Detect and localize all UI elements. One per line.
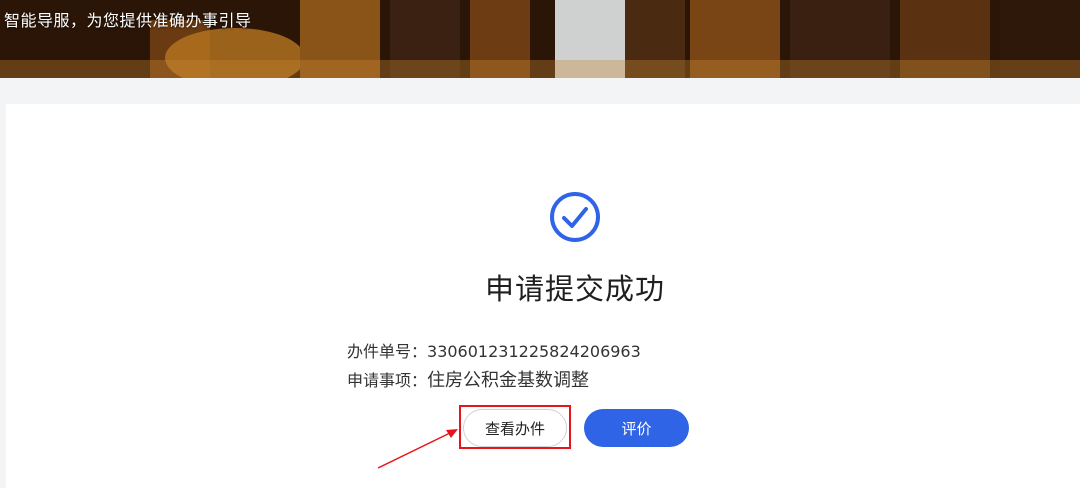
item-row: 申请事项：住房公积金基数调整 [347, 366, 589, 392]
case-number-row: 办件单号：330601231225824206963 [347, 338, 641, 362]
annotation-highlight-box [459, 405, 571, 449]
rate-button[interactable]: 评价 [584, 409, 689, 447]
item-label: 申请事项： [347, 371, 428, 390]
header-banner: 智能导服，为您提供准确办事引导 [0, 0, 1080, 78]
check-circle-icon [550, 192, 600, 242]
case-number-label: 办件单号： [347, 342, 428, 361]
result-title: 申请提交成功 [484, 272, 665, 306]
case-number-value: 330601231225824206963 [427, 342, 641, 361]
annotation-arrow-icon [377, 429, 458, 469]
banner-tagline: 智能导服，为您提供准确办事引导 [4, 11, 252, 30]
item-value: 住房公积金基数调整 [427, 370, 590, 391]
